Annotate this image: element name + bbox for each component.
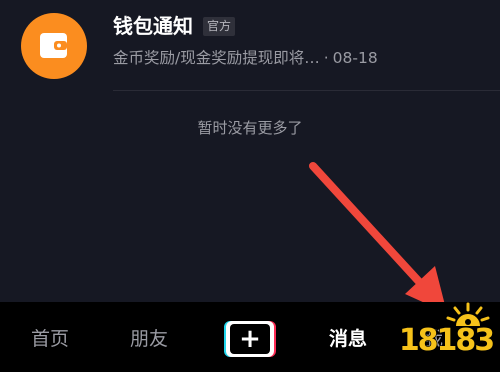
tab-messages[interactable]: 消息 <box>329 326 367 352</box>
notification-separator: · <box>323 49 329 67</box>
watermark-text: 18183 <box>399 323 493 358</box>
tab-friends[interactable]: 朋友 <box>130 326 168 352</box>
notification-date: 08-18 <box>332 49 378 67</box>
wallet-avatar <box>21 13 87 79</box>
notification-preview: 金币奖励/现金奖励提现即将… <box>113 49 320 67</box>
notification-title: 钱包通知 <box>113 14 193 38</box>
create-plus-button[interactable]: + <box>224 321 276 357</box>
wallet-icon <box>40 33 67 58</box>
tab-home[interactable]: 首页 <box>31 326 69 352</box>
notification-item-wallet[interactable]: 钱包通知 官方 金币奖励/现金奖励提现即将… · 08-18 <box>0 0 500 88</box>
list-divider <box>113 90 500 91</box>
watermark-logo: 18183 <box>398 302 496 359</box>
official-badge: 官方 <box>203 17 236 36</box>
notification-preview-line: 金币奖励/现金奖励提现即将… · 08-18 <box>113 47 378 69</box>
empty-list-hint: 暂时没有更多了 <box>197 119 303 137</box>
plus-icon: + <box>230 324 270 354</box>
